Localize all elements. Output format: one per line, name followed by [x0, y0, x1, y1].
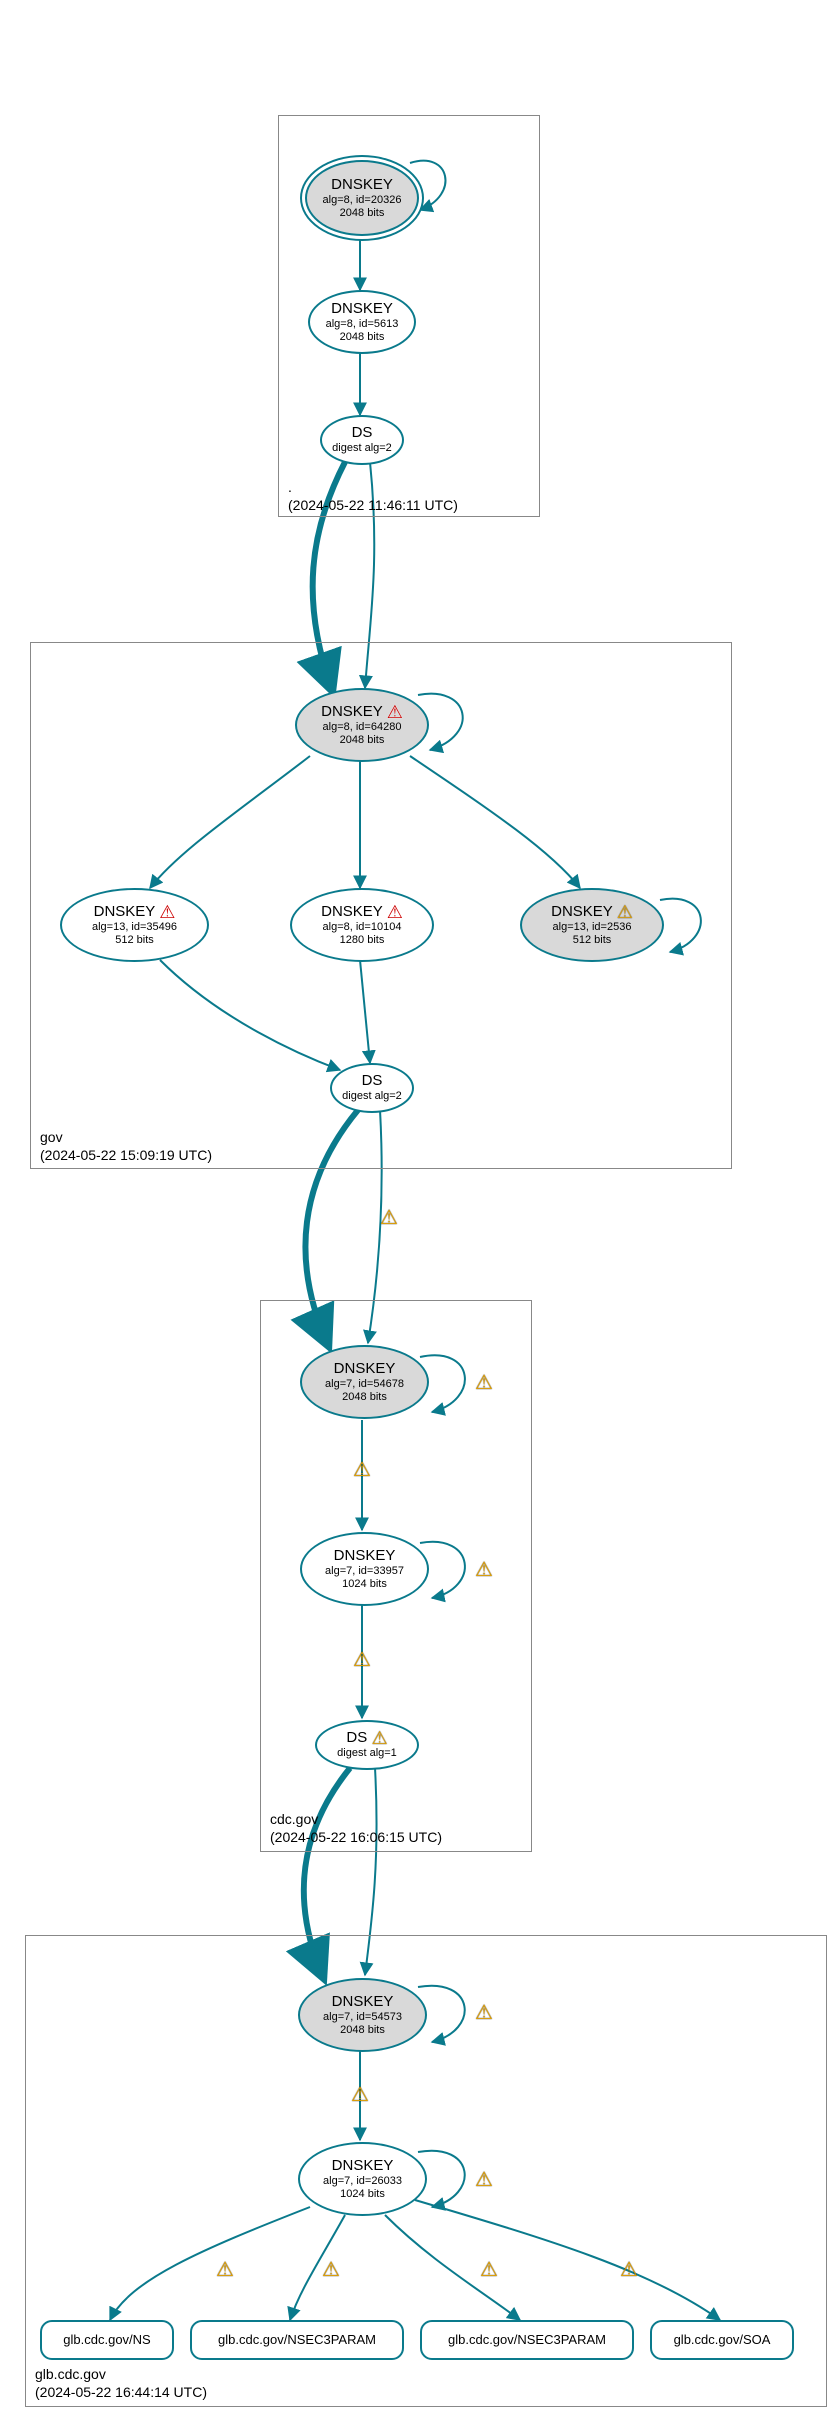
rr-glb-nsec1: glb.cdc.gov/NSEC3PARAM	[190, 2320, 404, 2360]
warn-yellow-icon: ⚠	[475, 2170, 493, 2190]
dnskey-gov-k2: DNSKEY ⚠ alg=8, id=10104 1280 bits	[290, 888, 434, 962]
zone-root-label: .(2024-05-22 11:46:11 UTC)	[288, 478, 458, 514]
zone-cdc-label: cdc.gov(2024-05-22 16:06:15 UTC)	[270, 1810, 442, 1846]
warn-red-icon: ⚠	[159, 903, 175, 921]
rr-glb-nsec2: glb.cdc.gov/NSEC3PARAM	[420, 2320, 634, 2360]
warn-yellow-icon: ⚠	[480, 2260, 498, 2280]
warn-yellow-icon: ⚠	[617, 903, 633, 921]
warn-red-icon: ⚠	[387, 703, 403, 721]
ds-cdc: DS ⚠ digest alg=1	[315, 1720, 419, 1770]
warn-yellow-icon: ⚠	[475, 1560, 493, 1580]
warn-yellow-icon: ⚠	[620, 2260, 638, 2280]
dnskey-glb-zsk: DNSKEY alg=7, id=26033 1024 bits	[298, 2142, 427, 2216]
warn-yellow-icon: ⚠	[216, 2260, 234, 2280]
dnskey-cdc-zsk: DNSKEY alg=7, id=33957 1024 bits	[300, 1532, 429, 1606]
warn-yellow-icon: ⚠	[380, 1208, 398, 1228]
rr-glb-soa: glb.cdc.gov/SOA	[650, 2320, 794, 2360]
warn-yellow-icon: ⚠	[353, 1460, 371, 1480]
dnskey-gov-k3: DNSKEY ⚠ alg=13, id=2536 512 bits	[520, 888, 664, 962]
zone-gov-label: gov(2024-05-22 15:09:19 UTC)	[40, 1128, 212, 1164]
warn-yellow-icon: ⚠	[351, 2085, 369, 2105]
rr-glb-ns: glb.cdc.gov/NS	[40, 2320, 174, 2360]
dnskey-root-zsk: DNSKEY alg=8, id=5613 2048 bits	[308, 290, 416, 354]
dnskey-gov-ksk: DNSKEY ⚠ alg=8, id=64280 2048 bits	[295, 688, 429, 762]
ds-root: DS digest alg=2	[320, 415, 404, 465]
dnskey-gov-k1: DNSKEY ⚠ alg=13, id=35496 512 bits	[60, 888, 209, 962]
warn-red-icon: ⚠	[387, 903, 403, 921]
dnskey-root-ksk: DNSKEY alg=8, id=20326 2048 bits	[305, 160, 419, 236]
warn-yellow-icon: ⚠	[371, 1729, 387, 1747]
zone-glb-label: glb.cdc.gov(2024-05-22 16:44:14 UTC)	[35, 2365, 207, 2401]
ds-gov: DS digest alg=2	[330, 1063, 414, 1113]
dnskey-glb-ksk: DNSKEY alg=7, id=54573 2048 bits	[298, 1978, 427, 2052]
warn-yellow-icon: ⚠	[353, 1650, 371, 1670]
dnskey-cdc-ksk: DNSKEY alg=7, id=54678 2048 bits	[300, 1345, 429, 1419]
warn-yellow-icon: ⚠	[322, 2260, 340, 2280]
warn-yellow-icon: ⚠	[475, 1373, 493, 1393]
warn-yellow-icon: ⚠	[475, 2003, 493, 2023]
